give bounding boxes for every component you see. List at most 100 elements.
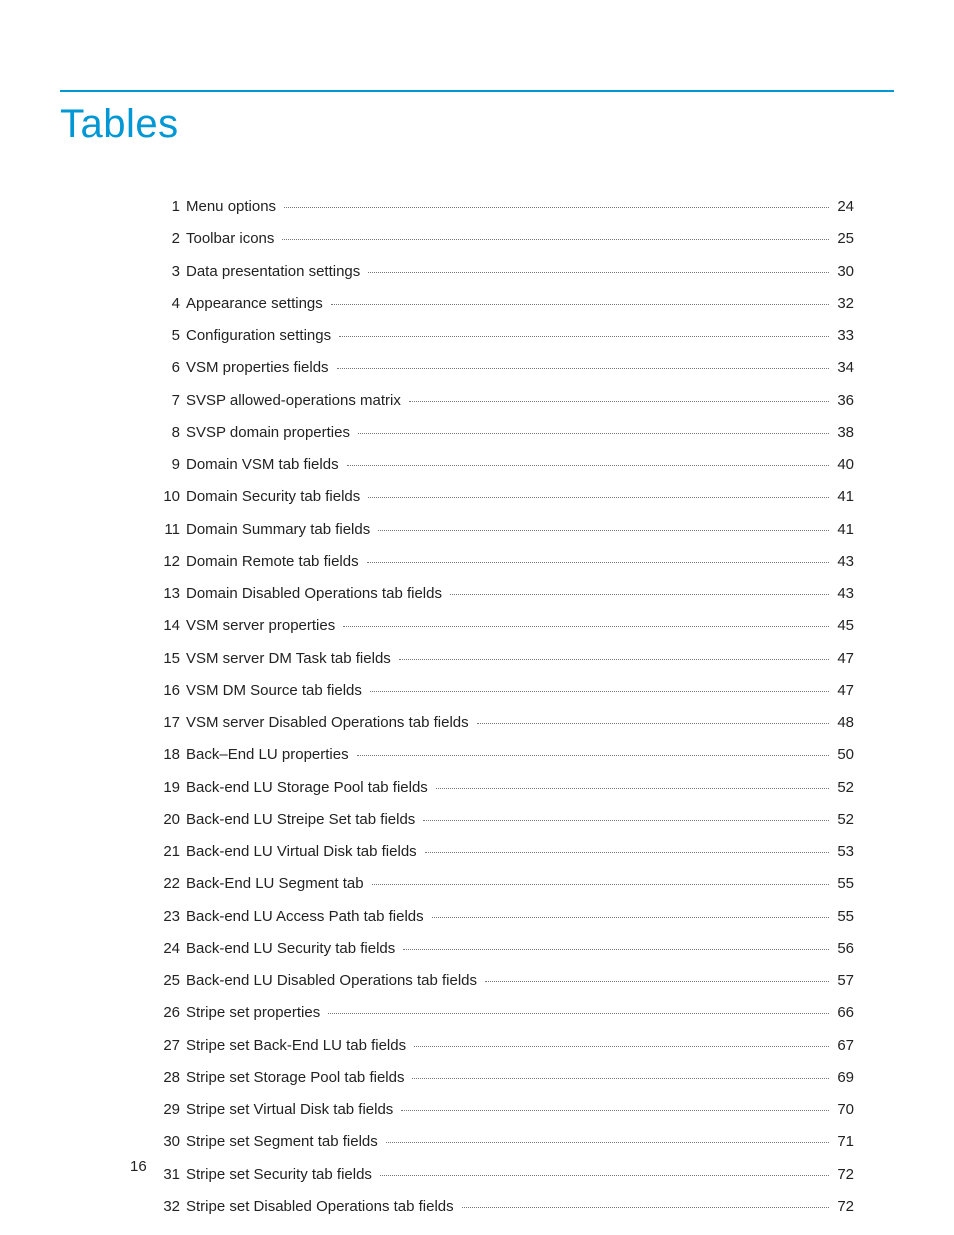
toc-entry-number: 14 [150,616,186,636]
toc-entry[interactable]: 27Stripe set Back-End LU tab fields67 [150,1030,854,1062]
toc-entry-leader [347,465,830,466]
toc-entry[interactable]: 26Stripe set properties66 [150,997,854,1029]
toc-entry-number: 6 [150,358,186,378]
toc-entry[interactable]: 3Data presentation settings30 [150,256,854,288]
toc-entry-number: 8 [150,423,186,443]
toc-entry[interactable]: 21Back-end LU Virtual Disk tab fields53 [150,836,854,868]
toc-entry-page: 47 [833,649,854,669]
toc-entry[interactable]: 16VSM DM Source tab fields 47 [150,675,854,707]
toc-entry[interactable]: 23Back-end LU Access Path tab fields55 [150,901,854,933]
toc-entry-page: 71 [833,1132,854,1152]
toc-entry[interactable]: 25Back-end LU Disabled Operations tab fi… [150,965,854,997]
toc-entry-page: 57 [833,971,854,991]
toc-entry-page: 41 [833,487,854,507]
toc-entry-label: Back-End LU Segment tab [186,874,368,894]
toc-entry[interactable]: 20Back-end LU Streipe Set tab fields 52 [150,804,854,836]
toc-entry-label: Data presentation settings [186,262,364,282]
toc-entry-label: VSM server DM Task tab fields [186,649,395,669]
toc-entry-label: Back-end LU Streipe Set tab fields [186,810,419,830]
toc-entry[interactable]: 12Domain Remote tab fields43 [150,546,854,578]
toc-entry[interactable]: 4Appearance settings32 [150,288,854,320]
toc-entry-page: 52 [833,778,854,798]
toc-entry[interactable]: 24Back-end LU Security tab fields56 [150,933,854,965]
toc-entry-label: Appearance settings [186,294,327,314]
toc-entry-number: 22 [150,874,186,894]
toc-entry-page: 47 [833,681,854,701]
toc-entry-leader [337,368,830,369]
toc-entry[interactable]: 19Back-end LU Storage Pool tab fields52 [150,772,854,804]
toc-entry[interactable]: 9Domain VSM tab fields40 [150,449,854,481]
toc-entry[interactable]: 1Menu options24 [150,191,854,223]
toc-entry-leader [368,497,829,498]
toc-entry-number: 15 [150,649,186,669]
toc-entry[interactable]: 10Domain Security tab fields41 [150,481,854,513]
toc-entry-page: 41 [833,520,854,540]
toc-entry-label: Stripe set properties [186,1003,324,1023]
toc-entry-leader [423,820,829,821]
toc-entry-leader [436,788,830,789]
toc-entry-number: 25 [150,971,186,991]
toc-entry-page: 72 [833,1197,854,1217]
toc-entry-label: SVSP allowed-operations matrix [186,391,405,411]
toc-entry[interactable]: 29Stripe set Virtual Disk tab fields70 [150,1094,854,1126]
toc-entry-leader [414,1046,829,1047]
toc-entry-page: 25 [833,229,854,249]
toc-entry-leader [403,949,829,950]
toc-entry-number: 16 [150,681,186,701]
table-of-contents: 1Menu options242Toolbar icons253Data pre… [150,191,854,1223]
toc-entry[interactable]: 8SVSP domain properties38 [150,417,854,449]
toc-entry-leader [367,562,830,563]
toc-entry-leader [378,530,829,531]
toc-entry-leader [380,1175,829,1176]
toc-entry[interactable]: 31Stripe set Security tab fields72 [150,1159,854,1191]
toc-entry[interactable]: 17VSM server Disabled Operations tab fie… [150,707,854,739]
toc-entry-leader [450,594,829,595]
toc-entry[interactable]: 28Stripe set Storage Pool tab fields69 [150,1062,854,1094]
toc-entry-leader [368,272,829,273]
document-page: Tables 1Menu options242Toolbar icons253D… [0,0,954,1235]
toc-entry-page: 38 [833,423,854,443]
toc-entry-number: 20 [150,810,186,830]
toc-entry[interactable]: 11Domain Summary tab fields41 [150,514,854,546]
toc-entry-number: 12 [150,552,186,572]
toc-entry-number: 27 [150,1036,186,1056]
toc-entry-leader [282,239,829,240]
toc-entry-number: 19 [150,778,186,798]
toc-entry[interactable]: 14VSM server properties45 [150,610,854,642]
toc-entry[interactable]: 13Domain Disabled Operations tab fields4… [150,578,854,610]
toc-entry-label: Domain VSM tab fields [186,455,343,475]
toc-entry[interactable]: 7SVSP allowed-operations matrix36 [150,385,854,417]
toc-entry-number: 13 [150,584,186,604]
toc-entry[interactable]: 32Stripe set Disabled Operations tab fie… [150,1191,854,1223]
toc-entry-page: 52 [833,810,854,830]
toc-entry[interactable]: 22Back-End LU Segment tab55 [150,868,854,900]
toc-entry-leader [331,304,830,305]
toc-entry-page: 50 [833,745,854,765]
toc-entry[interactable]: 5Configuration settings33 [150,320,854,352]
toc-entry-leader [343,626,829,627]
toc-entry-number: 32 [150,1197,186,1217]
toc-entry-number: 21 [150,842,186,862]
toc-entry[interactable]: 6VSM properties fields34 [150,352,854,384]
toc-entry[interactable]: 15VSM server DM Task tab fields 47 [150,643,854,675]
toc-entry-page: 32 [833,294,854,314]
toc-entry-leader [412,1078,829,1079]
toc-entry-number: 1 [150,197,186,217]
page-number: 16 [130,1158,147,1175]
section-title: Tables [60,102,894,147]
toc-entry-number: 23 [150,907,186,927]
toc-entry-label: Configuration settings [186,326,335,346]
toc-entry[interactable]: 30Stripe set Segment tab fields71 [150,1126,854,1158]
toc-entry-page: 48 [833,713,854,733]
toc-entry-number: 24 [150,939,186,959]
toc-entry-page: 72 [833,1165,854,1185]
toc-entry-leader [399,659,830,660]
toc-entry-page: 34 [833,358,854,378]
toc-entry[interactable]: 2Toolbar icons25 [150,223,854,255]
toc-entry-leader [370,691,829,692]
toc-entry-label: Domain Summary tab fields [186,520,374,540]
toc-entry-label: Domain Security tab fields [186,487,364,507]
toc-entry[interactable]: 18Back–End LU properties50 [150,739,854,771]
toc-entry-page: 70 [833,1100,854,1120]
toc-entry-label: VSM DM Source tab fields [186,681,366,701]
